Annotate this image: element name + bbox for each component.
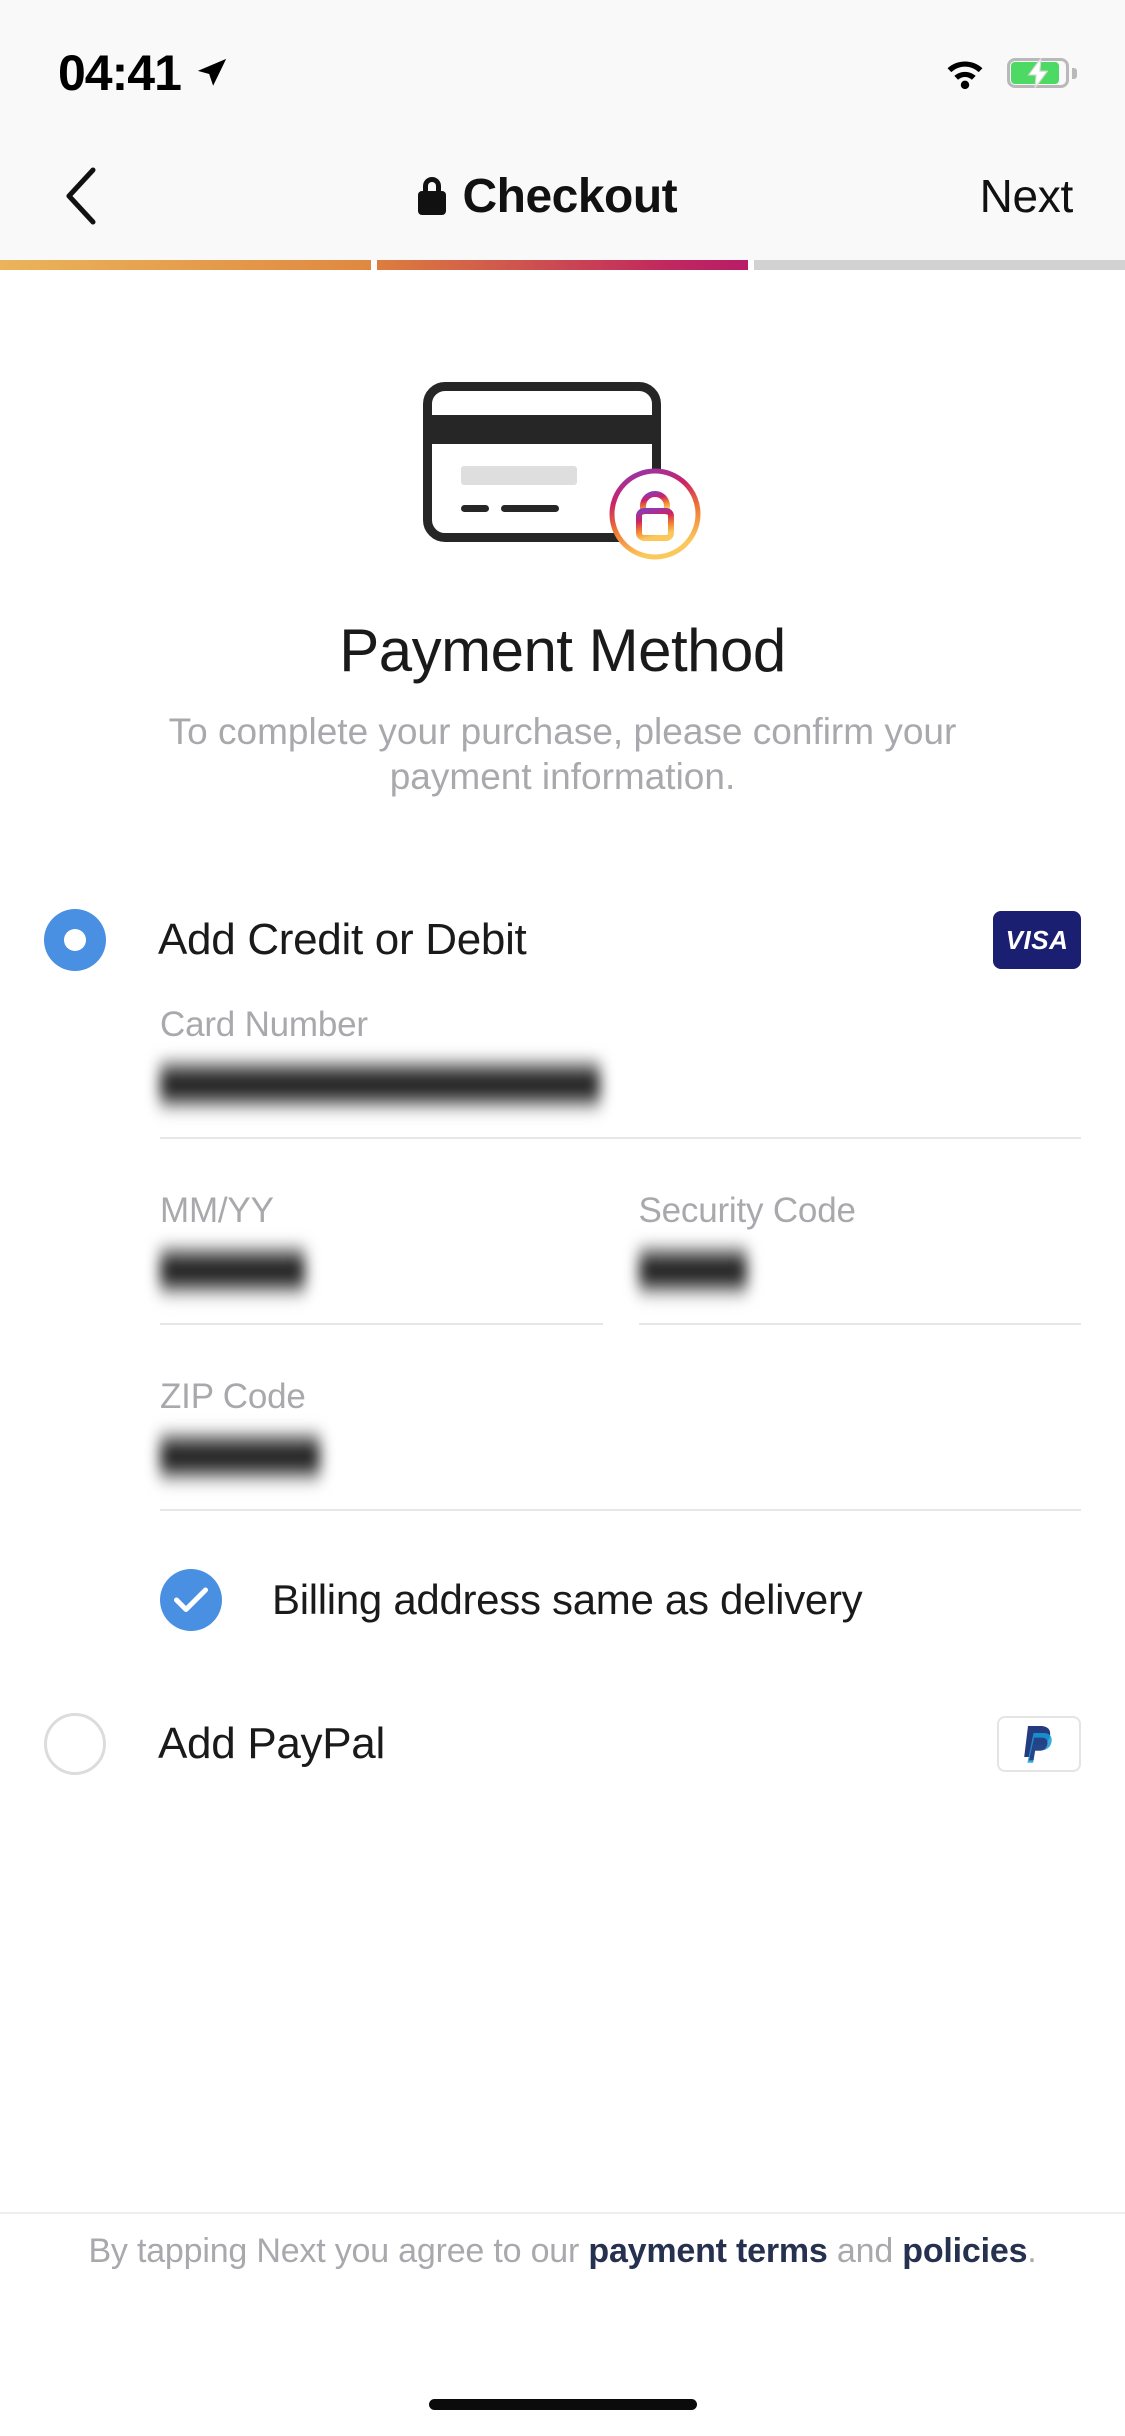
visa-logo-text: VISA <box>1005 924 1069 955</box>
redacted-card-number <box>160 1057 600 1116</box>
field-label-expiry: MM/YY <box>160 1191 274 1231</box>
redacted-expiry <box>160 1243 305 1302</box>
main-content: Payment Method To complete your purchase… <box>0 270 1125 1776</box>
field-security-code[interactable]: Security Code <box>638 1191 1082 1326</box>
field-value-security-code[interactable] <box>638 1243 1082 1302</box>
field-underline <box>160 1509 1081 1512</box>
field-row-zip: ZIP Code <box>160 1377 1081 1512</box>
checkout-progress-bar <box>0 260 1125 270</box>
page-title-label: Checkout <box>462 169 678 223</box>
field-underline <box>638 1323 1081 1326</box>
home-indicator[interactable] <box>428 2399 697 2410</box>
footer-divider <box>0 2212 1125 2214</box>
status-time: 04:41 <box>58 45 182 101</box>
link-payment-terms[interactable]: payment terms <box>588 2232 827 2270</box>
next-button[interactable]: Next <box>980 169 1074 223</box>
status-bar-right <box>943 56 1077 90</box>
back-button[interactable] <box>44 160 116 232</box>
footer-text-after: . <box>1027 2232 1037 2270</box>
location-arrow-icon <box>197 58 227 86</box>
page-title: Checkout <box>418 169 678 224</box>
field-row-expiry-cvv: MM/YY Security Code <box>160 1191 1082 1326</box>
footer-text-before: By tapping Next you agree to our <box>88 2232 589 2270</box>
check-icon <box>174 1587 208 1613</box>
progress-segment-3 <box>754 260 1125 270</box>
secure-lock-badge-icon <box>609 468 700 560</box>
field-label-card-number: Card Number <box>160 1005 368 1045</box>
billing-address-row[interactable]: Billing address same as delivery <box>0 1569 1125 1632</box>
section-title: Payment Method <box>339 617 786 684</box>
credit-card-with-lock-icon <box>422 382 703 562</box>
checkbox-billing-same[interactable] <box>160 1569 222 1632</box>
hero-illustration-wrap <box>0 382 1125 562</box>
lock-icon <box>418 177 447 215</box>
navigation-bar: Checkout Next <box>0 132 1125 260</box>
field-label-zip-code: ZIP Code <box>160 1377 306 1417</box>
paypal-logo <box>997 1716 1081 1773</box>
footer-legal-text: By tapping Next you agree to our payment… <box>0 2232 1125 2271</box>
field-underline <box>160 1323 603 1326</box>
field-zip-code[interactable]: ZIP Code <box>160 1377 1081 1512</box>
redacted-zip-code <box>160 1429 320 1488</box>
credit-card-form: Card Number MM/YY Security Code ZIP Code <box>0 1005 1125 1512</box>
radio-paypal-unselected[interactable] <box>44 1713 106 1776</box>
battery-charging-icon <box>1007 58 1077 88</box>
field-underline <box>160 1137 1081 1140</box>
checkout-screen: 04:41 Checkout Next Payment Method To co… <box>0 0 1125 2436</box>
status-bar: 04:41 <box>0 0 1125 132</box>
wifi-icon <box>947 61 983 90</box>
option-label-paypal: Add PayPal <box>158 1719 385 1769</box>
chevron-left-icon <box>66 167 96 225</box>
paypal-p-icon <box>1024 1726 1052 1764</box>
progress-segment-2 <box>377 260 748 270</box>
field-label-security-code: Security Code <box>638 1191 856 1231</box>
charging-bolt-icon <box>1027 58 1049 88</box>
option-row-paypal[interactable]: Add PayPal <box>0 1713 1125 1776</box>
radio-credit-selected[interactable] <box>44 909 106 972</box>
field-value-expiry[interactable] <box>160 1243 603 1302</box>
progress-segment-1 <box>0 260 371 270</box>
section-subtitle: To complete your purchase, please confir… <box>168 711 957 798</box>
billing-address-label: Billing address same as delivery <box>272 1576 863 1624</box>
option-row-credit[interactable]: Add Credit or Debit VISA <box>0 909 1125 972</box>
field-value-card-number[interactable] <box>160 1057 1081 1116</box>
field-value-zip-code[interactable] <box>160 1429 1081 1488</box>
link-policies[interactable]: policies <box>902 2232 1027 2270</box>
option-label-credit: Add Credit or Debit <box>158 915 527 965</box>
redacted-security-code <box>638 1243 747 1302</box>
footer-text-middle: and <box>827 2232 903 2270</box>
field-card-number[interactable]: Card Number <box>160 1005 1081 1140</box>
field-expiry[interactable]: MM/YY <box>160 1191 603 1326</box>
visa-logo: VISA <box>993 911 1081 970</box>
status-bar-left: 04:41 <box>58 44 229 102</box>
